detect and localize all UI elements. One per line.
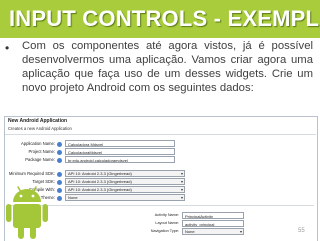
target-sdk-value: API 10: Android 2.3.3 (Gingerbread) [68,179,132,184]
theme-value: None [68,195,78,200]
wizard-title: New Android Application [8,118,68,124]
navigation-type-value: None [185,229,195,234]
package-name-label: Package Name: [25,157,55,162]
info-icon [57,150,62,155]
target-sdk-select[interactable]: API 10: Android 2.3.3 (Gingerbread) ▾ [65,178,185,185]
chevron-down-icon: ▾ [180,171,183,176]
minimum-sdk-value: API 10: Android 2.3.3 (Gingerbread) [68,171,132,176]
new-android-app-wizard: New Android Application Creates a new An… [4,116,318,241]
slide-title: INPUT CONTROLS - EXEMPLO [9,6,320,31]
application-name-label: Application Name: [21,141,55,146]
project-name-input[interactable]: CalculadoraMdsvel [65,148,175,155]
theme-select[interactable]: None ▾ [65,194,185,201]
chevron-down-icon: ▾ [180,195,183,200]
android-robot-icon [6,186,48,239]
navigation-type-select[interactable]: None ▾ [182,228,244,235]
wizard-subtitle: Creates a new Android Application [8,126,72,131]
chevron-down-icon: ▾ [239,229,242,234]
info-icon [57,196,62,201]
application-name-input[interactable]: Calculadora Mdsvel [65,140,175,147]
info-icon [57,188,62,193]
chevron-down-icon: ▾ [180,179,183,184]
activity-name-input[interactable]: PrincipalActivity [182,212,244,219]
package-name-input[interactable]: br.edu.android.calculadoramdsvel [65,156,175,163]
minimum-sdk-select[interactable]: API 10: Android 2.3.3 (Gingerbread) ▾ [65,170,185,177]
wizard-header: New Android Application Creates a new An… [5,117,316,135]
bullet-text: Com os componentes até agora vistos, já … [22,40,313,94]
page-number: 55 [298,228,305,234]
info-icon [57,142,62,147]
layout-name-label: Layout Name: [155,221,179,225]
compile-with-value: API 10: Android 2.3.3 (Gingerbread) [68,187,132,192]
activity-name-label: Activity Name: [154,213,179,217]
compile-with-select[interactable]: API 10: Android 2.3.3 (Gingerbread) ▾ [65,186,185,193]
project-name-label: Project Name: [28,149,55,154]
slide-title-bar: INPUT CONTROLS - EXEMPLO [0,0,320,38]
target-sdk-label: Target SDK: [32,179,55,184]
divider [7,205,314,206]
chevron-down-icon: ▾ [180,187,183,192]
layout-name-input[interactable]: activity_principal [182,220,244,227]
info-icon [57,158,62,163]
navigation-type-label: Navigation Type: [150,229,179,233]
info-icon [57,172,62,177]
info-icon [57,180,62,185]
minimum-sdk-label: Minimum Required SDK: [8,171,55,176]
bullet-icon: • [5,41,10,55]
